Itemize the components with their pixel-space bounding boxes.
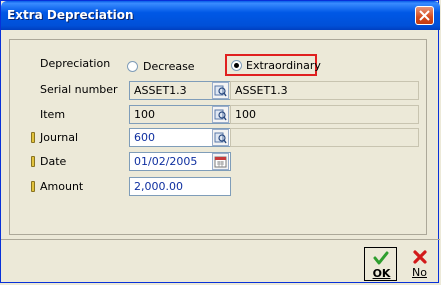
checkmark-icon [365,250,396,266]
item-description: 100 [230,105,419,124]
title-bar[interactable]: Extra Depreciation [1,1,440,30]
item-description-text: 100 [235,108,256,121]
item-label: Item [40,108,66,121]
date-picker-button[interactable] [212,153,229,170]
close-button[interactable] [415,6,434,25]
radio-decrease[interactable] [127,61,138,72]
serial-number-lookup-button[interactable] [212,82,229,99]
serial-number-description: ASSET1.3 [230,81,419,100]
date-value: 01/02/2005 [134,155,198,168]
ok-button-label: OK [372,267,391,280]
button-bar-separator [1,239,440,240]
no-button[interactable]: No [403,247,436,281]
journal-description [230,128,419,147]
item-value: 100 [134,108,155,121]
ok-button[interactable]: OK [364,247,397,281]
amount-value: 2,000.00 [134,180,183,193]
red-x-icon [403,249,436,265]
amount-field[interactable]: 2,000.00 [129,177,231,196]
required-marker [31,156,35,167]
serial-number-description-text: ASSET1.3 [235,84,288,97]
no-button-label: No [412,266,427,279]
radio-decrease-label[interactable]: Decrease [143,60,195,73]
serial-number-label: Serial number [40,83,118,96]
journal-value: 600 [134,131,155,144]
date-label: Date [40,155,67,168]
serial-number-value: ASSET1.3 [134,84,187,97]
journal-lookup-button[interactable] [212,129,229,146]
required-marker [31,132,35,143]
depreciation-label: Depreciation [40,57,111,70]
window-title: Extra Depreciation [7,8,134,22]
radio-extraordinary-label[interactable]: Extraordinary [246,59,321,72]
journal-label: Journal [40,131,79,144]
amount-label: Amount [40,180,84,193]
item-lookup-button[interactable] [212,106,229,123]
required-marker [31,181,35,192]
dialog-window: Extra Depreciation Depreciation Decrease… [0,0,440,283]
radio-extraordinary[interactable] [231,60,242,71]
